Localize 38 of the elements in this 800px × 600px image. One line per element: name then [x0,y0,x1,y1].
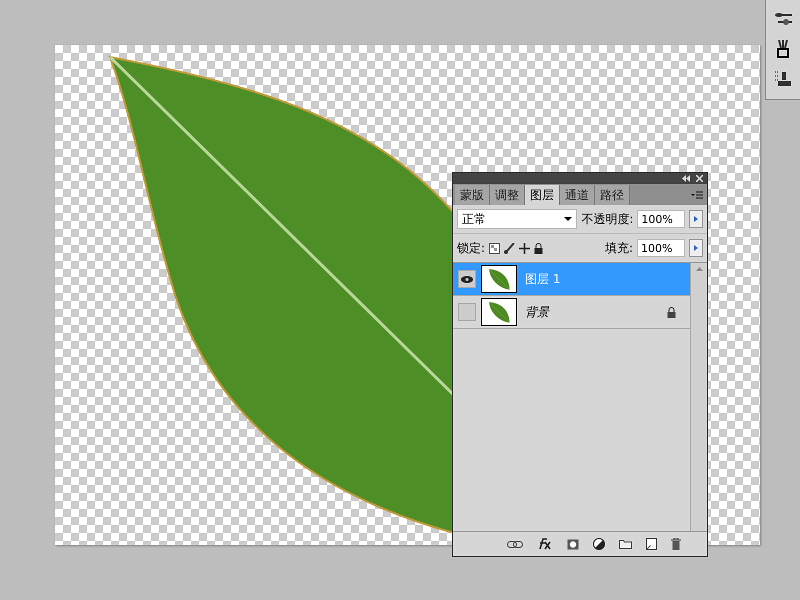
effects-icon[interactable] [537,538,553,550]
collapse-icon[interactable] [682,175,690,182]
fill-label: 填充: [604,240,633,256]
lock-transparency-icon[interactable] [489,242,500,254]
opacity-label: 不透明度: [581,210,634,228]
layer-row[interactable]: 背景 [453,296,690,329]
panel-tab[interactable]: 蒙版 [455,185,490,205]
right-triangle-icon [694,216,698,222]
adjustment-icon[interactable] [593,538,605,550]
scroll-up-icon [696,267,702,271]
layer-name: 背景 [525,304,551,320]
opacity-field[interactable]: 100% [637,210,686,228]
panel-tab[interactable]: 图层 [525,185,560,205]
lock-icon[interactable] [534,242,544,254]
link-icon[interactable] [507,540,523,548]
layer-thumbnail [481,265,517,293]
opacity-arrow-button[interactable] [689,210,703,228]
blend-mode-dropdown[interactable]: 正常 [457,209,578,229]
layer-name: 图层 1 [525,270,562,288]
lock-label: 锁定: [457,240,486,256]
stamp-icon[interactable] [773,70,793,88]
folder-icon[interactable] [619,539,632,549]
visibility-toggle[interactable] [458,303,476,321]
mask-icon[interactable] [567,538,579,550]
new-layer-icon[interactable] [646,538,657,550]
move-icon[interactable] [519,242,530,254]
panel-tab[interactable]: 路径 [595,185,630,205]
close-icon[interactable] [696,175,703,182]
trash-icon[interactable] [671,538,681,550]
eye-icon[interactable] [458,270,476,288]
right-triangle-icon [694,245,698,251]
layer-thumbnail [481,298,517,326]
panel-tab[interactable]: 通道 [560,185,595,205]
fill-field[interactable]: 100% [637,239,685,257]
fill-arrow-button[interactable] [689,239,703,257]
panel-tab[interactable]: 调整 [490,185,525,205]
caret-icon [564,217,572,221]
scrollbar[interactable] [690,263,707,531]
